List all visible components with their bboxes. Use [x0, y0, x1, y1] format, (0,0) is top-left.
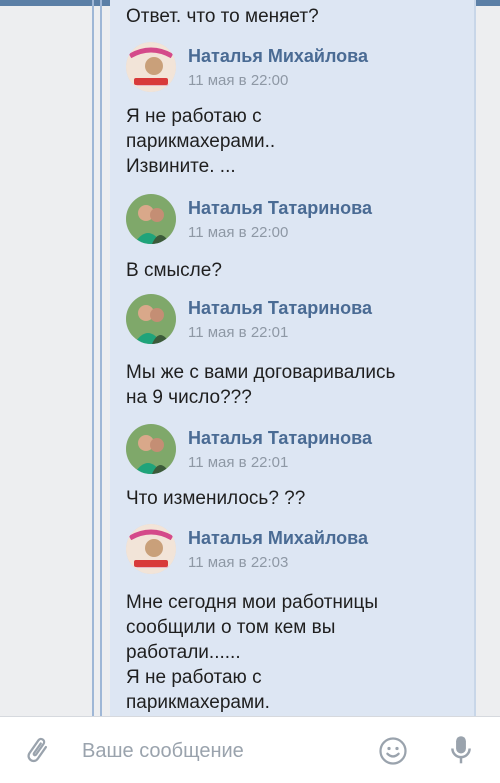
microphone-icon[interactable]	[448, 735, 474, 772]
message-line: на 9 число???	[126, 387, 252, 408]
message-line: Мы же с вами договаривались	[126, 362, 396, 383]
message-text: Мы же с вами договаривались на 9 число??…	[126, 360, 395, 410]
avatar[interactable]	[126, 524, 176, 574]
avatar[interactable]	[126, 294, 176, 344]
message-input[interactable]	[80, 735, 354, 767]
paperclip-icon[interactable]	[22, 735, 52, 770]
avatar-image	[126, 42, 176, 92]
sender-name[interactable]: Наталья Татаринова	[188, 428, 372, 449]
avatar[interactable]	[126, 194, 176, 244]
message-time: 11 мая в 22:00	[188, 224, 289, 241]
message-text: Я не работаю с парикмахерами.. Извините.…	[126, 104, 275, 179]
avatar[interactable]	[126, 42, 176, 92]
message-time: 11 мая в 22:01	[188, 324, 289, 341]
message-text: В смысле?	[126, 258, 222, 283]
message-line: сообщили о том кем вы	[126, 617, 336, 638]
message-text: Ответ. что то меняет?	[126, 6, 319, 27]
smiley-icon[interactable]	[378, 736, 408, 771]
message-time: 11 мая в 22:00	[188, 72, 289, 89]
sender-name[interactable]: Наталья Татаринова	[188, 298, 372, 319]
message-text: Что изменилось? ??	[126, 486, 305, 511]
message-text: Мне сегодня мои работницы сообщили о том…	[126, 590, 378, 715]
message-line: Извините. ...	[126, 156, 236, 177]
avatar-image	[126, 294, 176, 344]
message-line: парикмахерами..	[126, 131, 276, 152]
message-line: Мне сегодня мои работницы	[126, 592, 379, 613]
message-line: Я не работаю с	[126, 106, 262, 127]
message-time: 11 мая в 22:03	[188, 554, 289, 571]
message-thread[interactable]: Ответ. что то меняет? Наталья Михайлова …	[110, 0, 476, 716]
sender-name[interactable]: Наталья Михайлова	[188, 46, 368, 67]
message-line: В смысле?	[126, 260, 222, 281]
avatar[interactable]	[126, 424, 176, 474]
sender-name[interactable]: Наталья Татаринова	[188, 198, 372, 219]
avatar-image	[126, 524, 176, 574]
message-line: работали......	[126, 642, 241, 663]
avatar-image	[126, 194, 176, 244]
thread-line	[92, 0, 94, 716]
avatar-image	[126, 424, 176, 474]
message-time: 11 мая в 22:01	[188, 454, 289, 471]
message-composer	[0, 716, 500, 783]
message-line: парикмахерами.	[126, 692, 270, 713]
message-line: Я не работаю с	[126, 667, 262, 688]
message-line: Что изменилось? ??	[126, 488, 306, 509]
thread-line	[100, 0, 102, 716]
sender-name[interactable]: Наталья Михайлова	[188, 528, 368, 549]
